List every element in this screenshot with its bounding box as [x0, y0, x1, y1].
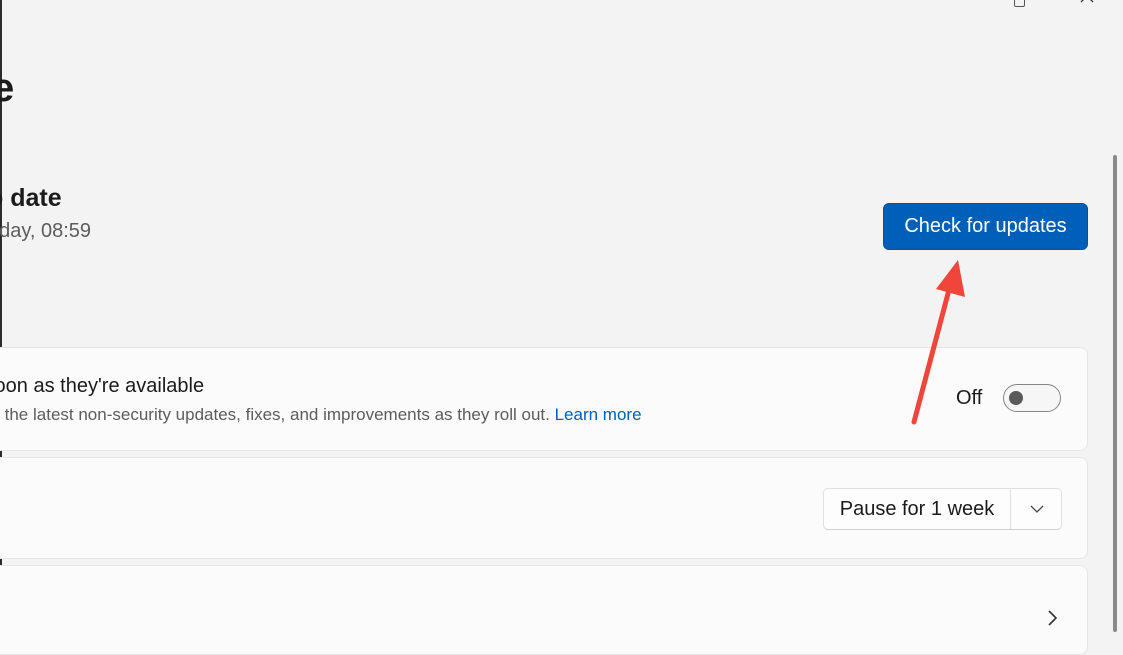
latest-updates-title: s soon as they're available [0, 375, 205, 397]
update-status-title: o date [0, 184, 62, 212]
latest-updates-description: ne the latest non-security updates, fixe… [0, 405, 642, 425]
update-history-card[interactable] [0, 565, 1088, 655]
chevron-down-icon [1030, 505, 1044, 513]
last-checked-text: oday, 08:59 [0, 220, 92, 242]
toggle-state-label: Off [956, 387, 983, 409]
close-icon[interactable] [1078, 0, 1098, 8]
latest-updates-toggle[interactable] [1003, 384, 1061, 412]
pause-duration-dropdown[interactable] [1011, 489, 1062, 529]
latest-updates-card: s soon as they're available ne the lates… [0, 347, 1088, 451]
pause-split-button: Pause for 1 week [823, 488, 1062, 530]
scrollbar[interactable] [1113, 155, 1117, 632]
chevron-right-icon [1048, 610, 1058, 626]
latest-updates-description-text: ne the latest non-security updates, fixe… [0, 405, 550, 424]
toggle-knob [1009, 391, 1023, 405]
pause-updates-card: Pause for 1 week [0, 457, 1088, 559]
pause-button[interactable]: Pause for 1 week [824, 489, 1010, 529]
learn-more-link[interactable]: Learn more [555, 405, 642, 424]
check-for-updates-button[interactable]: Check for updates [883, 203, 1088, 250]
restore-icon[interactable] [1010, 0, 1030, 8]
title-bar [0, 0, 1123, 10]
page-title: e [0, 66, 15, 110]
